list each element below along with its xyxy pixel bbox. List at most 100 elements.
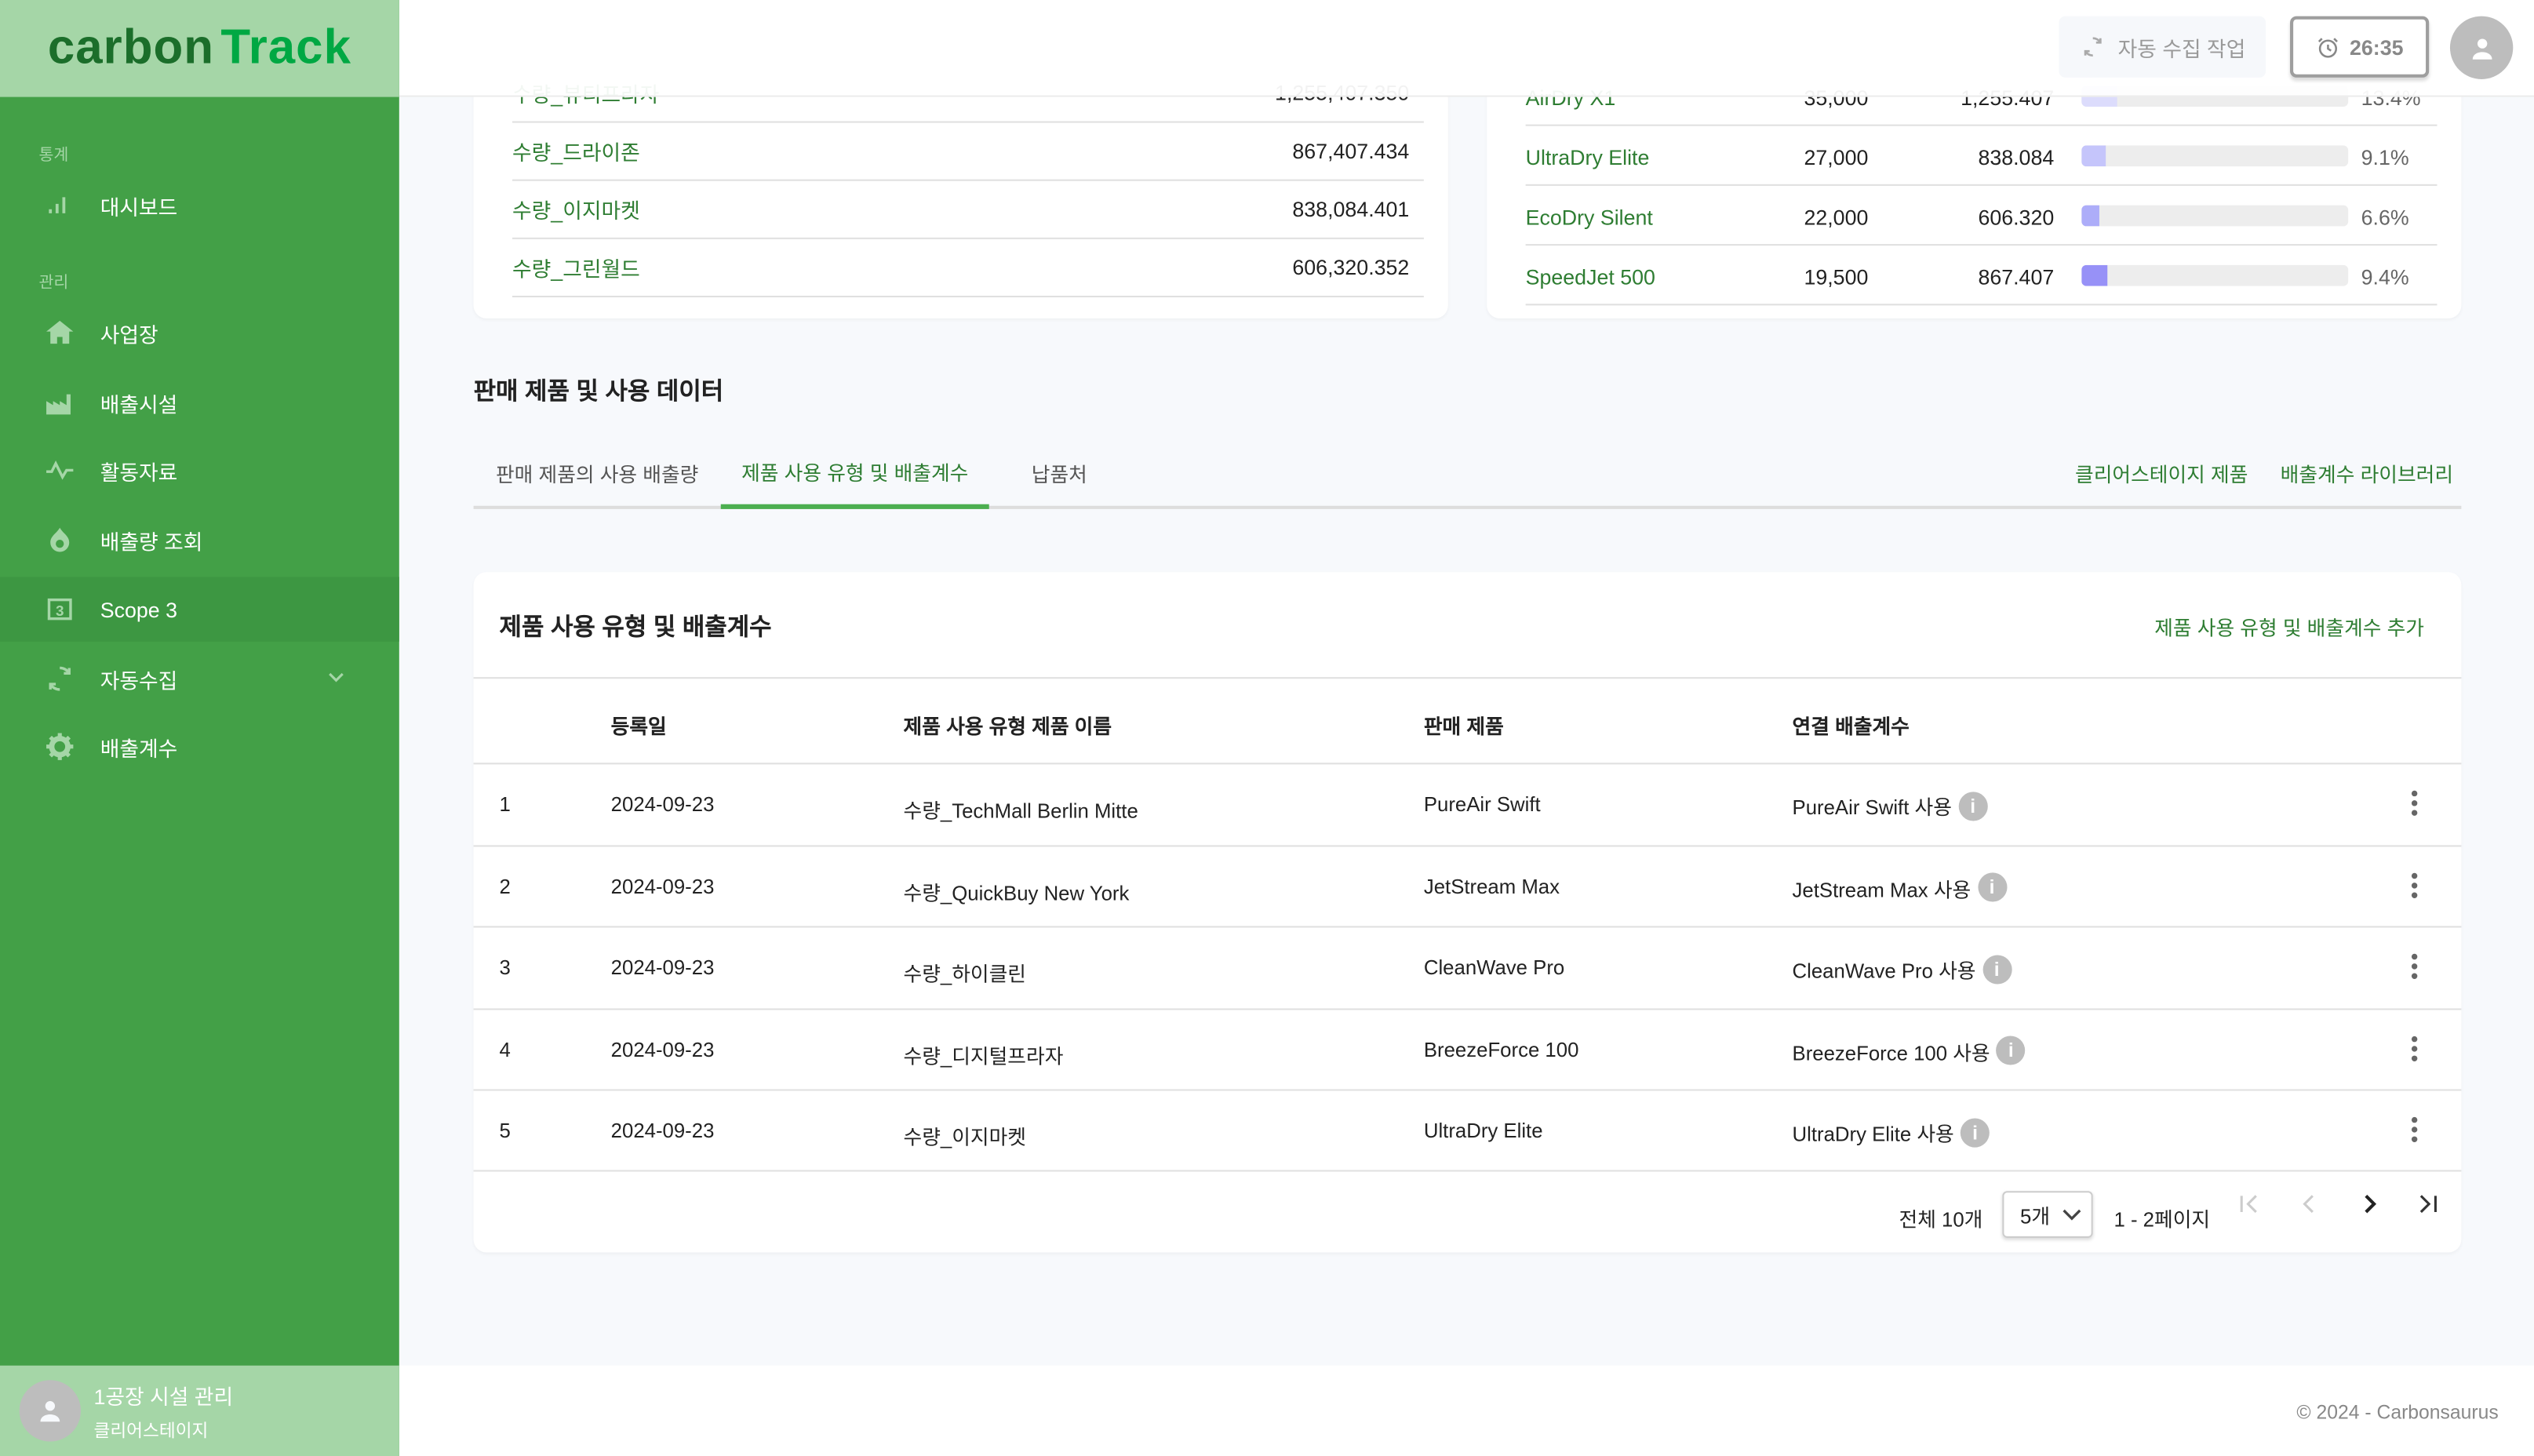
- last-page-button[interactable]: [2416, 1192, 2439, 1220]
- more-options-button[interactable]: [2409, 1115, 2419, 1148]
- info-icon[interactable]: i: [1996, 1036, 2026, 1065]
- sidebar-item-label: 배출량 조회: [100, 529, 203, 554]
- site-name-link[interactable]: 수량_그린월드: [512, 252, 640, 282]
- info-icon[interactable]: i: [1977, 872, 2007, 902]
- info-icon[interactable]: i: [1958, 791, 1988, 821]
- site-value: 606,320.352: [1292, 255, 1410, 280]
- row-factor-label: CleanWave Pro 사용: [1792, 959, 1976, 983]
- row-number: 4: [499, 1038, 511, 1061]
- col-factor: 연결 배출계수: [1792, 715, 1910, 739]
- site-name-link[interactable]: 수량_드라이존: [512, 136, 640, 166]
- product-emission: 606.320: [1978, 205, 2055, 230]
- profile-avatar[interactable]: [2449, 16, 2514, 79]
- product-row: UltraDry Elite 27,000 838.084 9.1%: [1525, 126, 2438, 186]
- product-name-link[interactable]: SpeedJet 500: [1526, 265, 1655, 289]
- row-number: 3: [499, 956, 511, 980]
- user-name: 1공장 시설 관리: [93, 1384, 234, 1409]
- top-header: 자동 수집 작업 26:35: [399, 0, 2534, 97]
- col-date: 등록일: [610, 715, 667, 739]
- first-page-button[interactable]: [2238, 1192, 2261, 1220]
- first-page-icon: [2240, 1195, 2257, 1214]
- row-factor-label: UltraDry Elite 사용: [1792, 1123, 1954, 1146]
- page-size-select[interactable]: 5개: [2002, 1191, 2093, 1238]
- row-factor: JetStream Max 사용 i: [1793, 872, 2007, 902]
- more-options-button[interactable]: [2409, 952, 2419, 985]
- share-bar: [2081, 145, 2349, 167]
- sidebar-item-sites[interactable]: 사업장: [0, 300, 399, 365]
- row-name: 수량_이지마켓: [903, 1126, 1027, 1149]
- row-factor: BreezeForce 100 사용 i: [1793, 1035, 2026, 1065]
- more-options-button[interactable]: [2409, 870, 2419, 904]
- share-bar: [2081, 264, 2349, 286]
- info-icon[interactable]: i: [1982, 954, 2012, 984]
- product-qty: 19,500: [1804, 264, 1869, 289]
- gear-icon: [44, 730, 76, 763]
- tab-usage-type-factors[interactable]: 제품 사용 유형 및 배출계수: [720, 436, 989, 509]
- sidebar-item-label: 대시보드: [100, 195, 178, 220]
- info-icon[interactable]: i: [1960, 1117, 1990, 1147]
- pagination: 전체 10개 5개 1 - 2페이지: [473, 1170, 2462, 1250]
- sidebar: carbon Track 통계 관리 대시보드 사업장 배출시설 활동자료 배출량 조회 3…: [0, 0, 399, 1456]
- more-options-button[interactable]: [2409, 788, 2419, 822]
- sidebar-item-label: Scope 3: [100, 597, 177, 622]
- table-header-row: 등록일 제품 사용 유형 제품 이름 판매 제품 연결 배출계수: [473, 677, 2462, 763]
- sidebar-item-activity-data[interactable]: 활동자료: [0, 438, 399, 502]
- row-number: 2: [499, 875, 511, 898]
- sidebar-item-scope3[interactable]: 3 Scope 3: [0, 577, 399, 642]
- table-row: 5 2024-09-23 수량_이지마켓 UltraDry Elite UltraDry…: [473, 1089, 2462, 1170]
- share-bar-fill: [2081, 205, 2099, 227]
- chevron-down-icon: [2063, 1208, 2082, 1220]
- sidebar-item-emissions[interactable]: 배출량 조회: [0, 508, 399, 572]
- row-date: 2024-09-23: [610, 1038, 715, 1061]
- tab-customers[interactable]: 납품처: [1007, 436, 1112, 509]
- col-name: 제품 사용 유형 제품 이름: [903, 715, 1112, 739]
- row-name: 수량_하이클린: [903, 963, 1027, 986]
- kebab-menu-icon: [2411, 1035, 2418, 1061]
- clearstage-products-link[interactable]: 클리어스테이지 제품: [2075, 457, 2248, 488]
- row-product: UltraDry Elite: [1423, 1119, 1543, 1143]
- sync-icon: [44, 663, 76, 695]
- emission-factor-library-link[interactable]: 배출계수 라이브러리: [2281, 457, 2453, 488]
- product-name-link[interactable]: UltraDry Elite: [1526, 145, 1650, 169]
- user-panel[interactable]: 1공장 시설 관리클리어스테이지: [0, 1365, 399, 1456]
- product-qty: 22,000: [1804, 205, 1869, 230]
- bar-chart-icon: [44, 189, 76, 221]
- sidebar-item-label: 배출시설: [100, 391, 178, 417]
- sidebar-item-dashboard[interactable]: 대시보드: [0, 173, 399, 237]
- scope3-icon: 3: [44, 593, 76, 625]
- more-options-button[interactable]: [2409, 1033, 2419, 1067]
- prev-page-button[interactable]: [2298, 1192, 2321, 1220]
- kebab-menu-icon: [2411, 1116, 2418, 1143]
- tab-sold-product-emissions[interactable]: 판매 제품의 사용 배출량: [474, 436, 721, 509]
- product-name-link[interactable]: EcoDry Silent: [1526, 206, 1653, 230]
- logo[interactable]: carbon Track: [0, 0, 399, 97]
- table-row: 3 2024-09-23 수량_하이클린 CleanWave Pro CleanWave…: [473, 926, 2462, 1007]
- site-name-link[interactable]: 수량_이지마켓: [512, 194, 640, 224]
- product-qty: 27,000: [1804, 145, 1869, 170]
- sidebar-item-label: 배출계수: [100, 736, 178, 761]
- row-product: CleanWave Pro: [1423, 956, 1565, 980]
- user-org: 클리어스테이지: [93, 1421, 209, 1441]
- table-row: 2 2024-09-23 수량_QuickBuy New York JetStream…: [473, 844, 2462, 926]
- kebab-menu-icon: [2411, 872, 2418, 897]
- product-row: EcoDry Silent 22,000 606.320 6.6%: [1525, 186, 2438, 246]
- sidebar-item-label: 사업장: [100, 322, 158, 347]
- next-page-button[interactable]: [2358, 1192, 2381, 1220]
- sidebar-item-facilities[interactable]: 배출시설: [0, 370, 399, 435]
- row-factor-label: BreezeForce 100 사용: [1792, 1041, 1990, 1065]
- session-timer-button[interactable]: 26:35: [2290, 16, 2430, 78]
- site-row: 수량_그린월드 606,320.352: [512, 239, 1424, 298]
- share-bar-fill: [2081, 145, 2106, 167]
- auto-collect-button[interactable]: 자동 수집 작업: [2059, 16, 2266, 78]
- factory-icon: [44, 386, 76, 418]
- alarm-clock-icon: [2317, 37, 2338, 57]
- add-usage-type-button[interactable]: 제품 사용 유형 및 배출계수 추가: [2154, 611, 2424, 642]
- row-name: 수량_QuickBuy New York: [903, 881, 1130, 905]
- sync-icon: [2083, 37, 2101, 57]
- share-bar-fill: [2081, 264, 2107, 286]
- table-row: 1 2024-09-23 수량_TechMall Berlin Mitte PureA…: [473, 763, 2462, 844]
- sidebar-item-auto-collect[interactable]: 자동수집: [0, 646, 399, 711]
- sidebar-item-label: 활동자료: [100, 460, 178, 484]
- sidebar-item-emission-factors[interactable]: 배출계수: [0, 715, 399, 779]
- footer: © 2024 - Carbonsaurus: [399, 1365, 2534, 1456]
